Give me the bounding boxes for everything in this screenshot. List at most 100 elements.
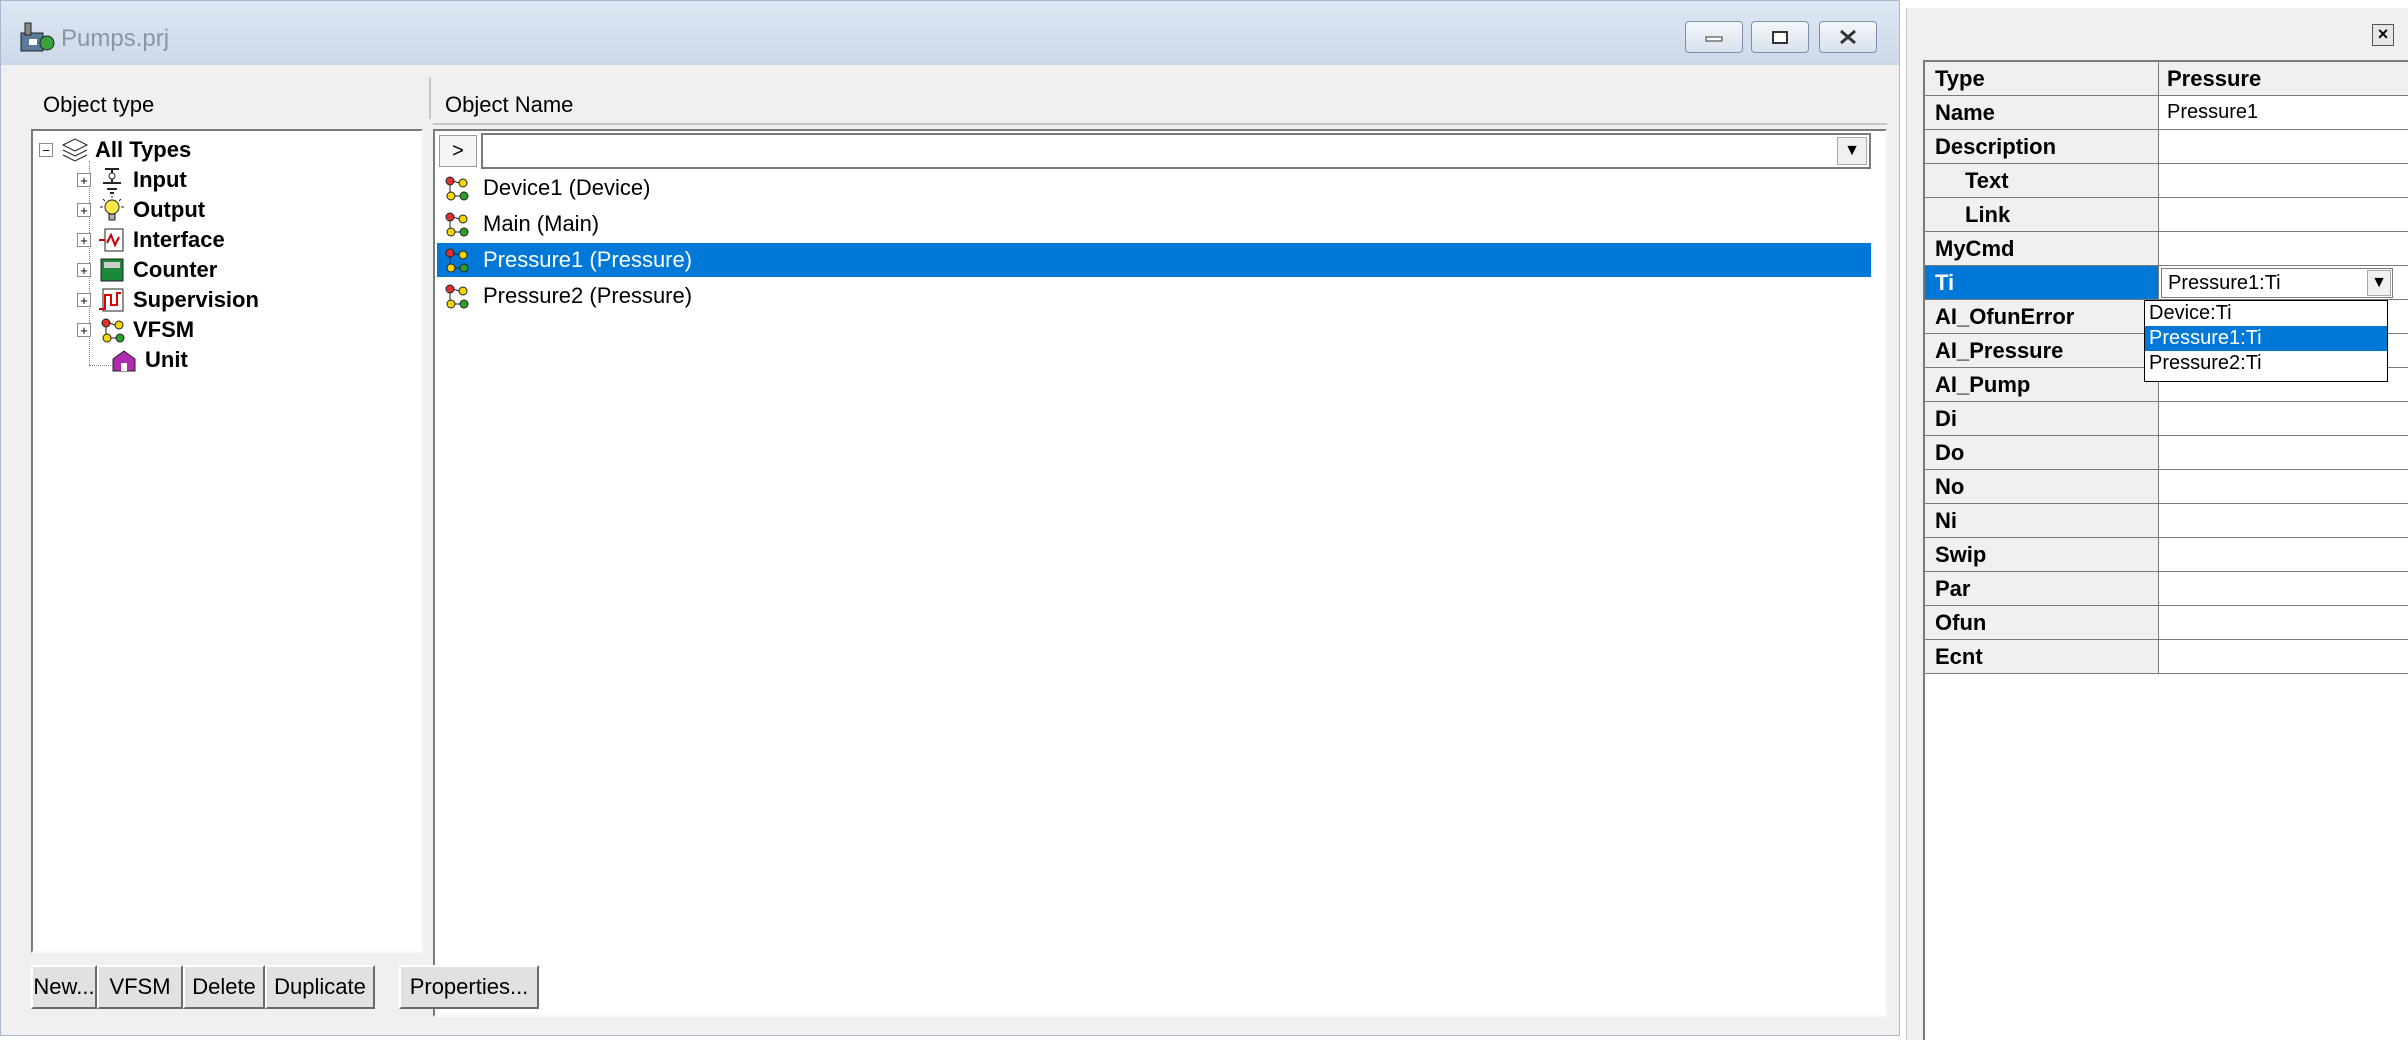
expand-icon[interactable]: + [77, 203, 91, 217]
property-name: MyCmd [1925, 232, 2159, 265]
property-row-ecnt[interactable]: Ecnt [1925, 640, 2408, 674]
supervision-icon [99, 288, 124, 312]
property-name: AI_OfunError [1925, 300, 2159, 333]
go-button[interactable]: > [439, 135, 477, 167]
layers-icon [61, 138, 89, 162]
property-value[interactable]: Pressure1 [2159, 96, 2408, 129]
property-value[interactable] [2159, 164, 2408, 197]
property-row-ofun[interactable]: Ofun [1925, 606, 2408, 640]
property-value[interactable] [2159, 640, 2408, 673]
expand-icon[interactable]: + [77, 263, 91, 277]
property-name: Text [1925, 164, 2159, 197]
tree-item-interface[interactable]: + Interface [77, 225, 225, 255]
property-row-name[interactable]: Name Pressure1 [1925, 96, 2408, 130]
dropdown-button[interactable]: ▼ [2367, 270, 2391, 296]
property-value[interactable] [2159, 470, 2408, 503]
tree-item-vfsm[interactable]: + VFSM [77, 315, 194, 345]
delete-button[interactable]: Delete [183, 965, 265, 1009]
ti-dropdown-list[interactable]: Device:Ti Pressure1:Ti Pressure2:Ti [2144, 300, 2388, 382]
property-row-description[interactable]: Description [1925, 130, 2408, 164]
property-name: Link [1925, 198, 2159, 231]
tree-item-label: Output [133, 197, 206, 222]
property-header-name: Type [1925, 62, 2159, 95]
title-bar[interactable]: Pumps.prj [1, 1, 1899, 65]
list-item[interactable]: Main (Main) [437, 207, 1871, 241]
duplicate-button[interactable]: Duplicate [265, 965, 375, 1009]
tree-item-label: Supervision [133, 287, 259, 312]
property-grid[interactable]: Type Pressure Name Pressure1 Description… [1923, 60, 2408, 1040]
property-row-swip[interactable]: Swip [1925, 538, 2408, 572]
properties-button[interactable]: Properties... [399, 965, 539, 1009]
object-name-list[interactable]: > ▼ Device1 (Device) Main (Main) Pressur… [433, 129, 1887, 1017]
object-name-header: Object Name [445, 92, 574, 117]
dropdown-option[interactable]: Device:Ti [2145, 301, 2387, 326]
property-name: Swip [1925, 538, 2159, 571]
vfsm-button[interactable]: VFSM [97, 965, 183, 1009]
property-row-di[interactable]: Di [1925, 402, 2408, 436]
tree-item-counter[interactable]: + Counter [77, 255, 217, 285]
tree-item-unit[interactable]: Unit [109, 345, 188, 375]
property-row-ni[interactable]: Ni [1925, 504, 2408, 538]
expand-icon[interactable]: + [77, 293, 91, 307]
property-value[interactable] [2159, 402, 2408, 435]
tree-item-label: VFSM [133, 317, 195, 342]
vfsm-icon [445, 176, 469, 201]
property-name: Di [1925, 402, 2159, 435]
restore-button[interactable] [1751, 21, 1809, 53]
vfsm-icon [445, 248, 469, 273]
property-value[interactable] [2159, 130, 2408, 163]
dropdown-option-selected[interactable]: Pressure1:Ti [2145, 326, 2387, 351]
collapse-icon[interactable]: − [39, 143, 53, 157]
property-value[interactable] [2159, 198, 2408, 231]
close-icon[interactable]: × [2372, 24, 2394, 46]
expand-icon[interactable]: + [77, 173, 91, 187]
property-value[interactable] [2159, 538, 2408, 571]
property-name: Ecnt [1925, 640, 2159, 673]
expand-icon[interactable]: + [77, 233, 91, 247]
restore-icon [1772, 31, 1788, 44]
property-name: AI_Pressure [1925, 334, 2159, 367]
list-item[interactable]: Pressure2 (Pressure) [437, 279, 1871, 313]
close-button[interactable] [1819, 21, 1877, 53]
property-value[interactable] [2159, 232, 2408, 265]
object-type-tree[interactable]: − All Types + Input + Output + Interface… [31, 129, 423, 953]
property-row-mycmd[interactable]: MyCmd [1925, 232, 2408, 266]
property-row-do[interactable]: Do [1925, 436, 2408, 470]
tree-item-label: Interface [133, 227, 225, 252]
app-icon [20, 22, 55, 52]
list-item-selected[interactable]: Pressure1 (Pressure) [437, 243, 1871, 277]
list-item-label: Main (Main) [483, 211, 600, 236]
property-row-link[interactable]: Link [1925, 198, 2408, 232]
property-row-par[interactable]: Par [1925, 572, 2408, 606]
minimize-button[interactable] [1685, 21, 1743, 53]
list-item[interactable]: Device1 (Device) [437, 171, 1871, 205]
tree-item-output[interactable]: + Output [77, 195, 205, 225]
object-name-filter-combo[interactable]: ▼ [481, 133, 1871, 169]
chevron-down-icon: ▼ [2371, 274, 2387, 291]
property-value[interactable] [2159, 504, 2408, 537]
chevron-down-icon: ▼ [1844, 142, 1860, 159]
dropdown-option[interactable]: Pressure2:Ti [2145, 351, 2387, 376]
property-row-ti[interactable]: Ti Pressure1:Ti ▼ [1925, 266, 2408, 300]
property-value[interactable] [2159, 436, 2408, 469]
property-name: Ofun [1925, 606, 2159, 639]
ti-value-combo[interactable]: Pressure1:Ti ▼ [2161, 268, 2393, 298]
property-value[interactable] [2159, 572, 2408, 605]
tree-item-supervision[interactable]: + Supervision [77, 285, 259, 315]
properties-panel: × Type Pressure Name Pressure1 Descripti… [1906, 8, 2408, 1040]
tree-item-all-types[interactable]: − All Types [39, 135, 191, 165]
window-client: Object type Object Name − All Types + In… [19, 65, 1887, 1023]
expand-icon[interactable]: + [77, 323, 91, 337]
header-divider [433, 123, 1887, 125]
tree-line [89, 365, 111, 366]
new-button[interactable]: New... [31, 965, 97, 1009]
property-row-no[interactable]: No [1925, 470, 2408, 504]
property-row-text[interactable]: Text [1925, 164, 2408, 198]
property-name: Name [1925, 96, 2159, 129]
property-value[interactable] [2159, 606, 2408, 639]
tree-item-input[interactable]: + Input [77, 165, 187, 195]
dropdown-button[interactable]: ▼ [1837, 137, 1867, 165]
input-icon [103, 168, 121, 194]
property-name: AI_Pump [1925, 368, 2159, 401]
column-separator[interactable] [429, 77, 431, 119]
